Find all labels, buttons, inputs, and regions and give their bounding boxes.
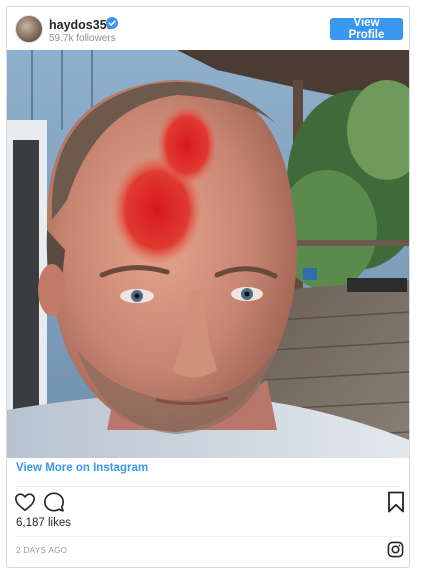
post-timestamp: 2 DAYS AGO xyxy=(16,546,68,555)
heart-icon[interactable] xyxy=(14,491,36,513)
comment-icon[interactable] xyxy=(43,491,65,513)
bookmark-icon[interactable] xyxy=(387,491,405,513)
post-photo[interactable] xyxy=(7,50,409,458)
follower-count: 59.7k followers xyxy=(49,33,116,44)
divider xyxy=(16,486,400,487)
view-more-link[interactable]: View More on Instagram xyxy=(16,462,148,474)
avatar[interactable] xyxy=(15,15,43,43)
divider xyxy=(16,536,400,537)
view-profile-button[interactable]: View Profile xyxy=(330,17,403,41)
instagram-embed-card: haydos359 59.7k followers View Profile V… xyxy=(6,6,410,568)
post-header: haydos359 59.7k followers View Profile xyxy=(7,7,409,51)
post-photo-image xyxy=(7,50,409,458)
like-count: 6,187 likes xyxy=(16,517,71,529)
verified-badge-icon xyxy=(106,17,118,29)
instagram-logo-icon[interactable] xyxy=(387,541,404,558)
username[interactable]: haydos359 xyxy=(49,18,114,32)
